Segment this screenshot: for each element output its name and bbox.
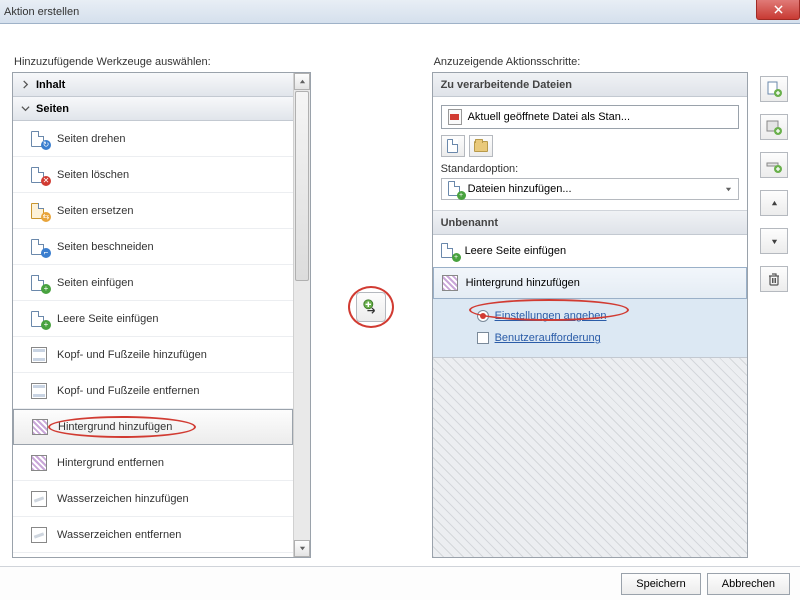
tool-label: Seiten einfügen (57, 277, 133, 289)
standard-option-label: Standardoption: (441, 163, 739, 175)
tool-add-background[interactable]: Hintergrund hinzufügen (13, 409, 293, 445)
files-header: Zu verarbeitende Dateien (433, 73, 747, 97)
page-plus-icon (766, 81, 782, 97)
tool-delete-pages[interactable]: ✕ Seiten löschen (13, 157, 293, 193)
triangle-up-icon (771, 200, 778, 207)
add-arrow-icon (362, 298, 380, 316)
step-label: Hintergrund hinzufügen (466, 277, 580, 289)
standard-option-dropdown[interactable]: + Dateien hinzufügen... (441, 178, 739, 200)
tool-insert-blank-page[interactable]: + Leere Seite einfügen (13, 301, 293, 337)
chevron-right-icon (21, 80, 30, 89)
save-button[interactable]: Speichern (621, 573, 701, 595)
tool-insert-pages[interactable]: + Seiten einfügen (13, 265, 293, 301)
title-bar: Aktion erstellen (0, 0, 800, 24)
left-label: Hinzuzufügende Werkzeuge auswählen: (12, 56, 311, 68)
group-header[interactable]: Unbenannt (433, 211, 747, 235)
add-folder-button[interactable] (469, 135, 493, 157)
radio-checked-icon[interactable] (477, 310, 489, 322)
tool-add-header-footer[interactable]: Kopf- und Fußzeile hinzufügen (13, 337, 293, 373)
folder-icon (474, 141, 488, 152)
tool-label: Kopf- und Fußzeile hinzufügen (57, 349, 207, 361)
tool-label: Seiten beschneiden (57, 241, 154, 253)
cancel-button[interactable]: Abbrechen (707, 573, 790, 595)
header-footer-icon (31, 383, 47, 399)
tool-label: Wasserzeichen hinzufügen (57, 493, 189, 505)
replace-icon: ⇆ (41, 212, 51, 222)
step-options: Einstellungen angeben Benutzeraufforderu… (433, 299, 747, 357)
tool-label: Hintergrund entfernen (57, 457, 164, 469)
tool-replace-pages[interactable]: ⇆ Seiten ersetzen (13, 193, 293, 229)
option-specify-settings[interactable]: Einstellungen angeben (477, 305, 739, 327)
rotate-icon: ↻ (41, 140, 51, 150)
tool-label: Wasserzeichen entfernen (57, 529, 181, 541)
add-file-button[interactable] (441, 135, 465, 157)
triangle-down-icon (771, 238, 778, 245)
scroll-up-button[interactable] (294, 73, 310, 90)
file-entry-text: Aktuell geöffnete Datei als Stan... (468, 111, 630, 123)
step-insert-blank-page[interactable]: + Leere Seite einfügen (433, 235, 747, 267)
tool-list: Inhalt Seiten ↻ Seiten drehen ✕ Seiten l… (12, 72, 311, 558)
right-label: Anzuzeigende Aktionsschritte: (432, 56, 748, 68)
tool-label: Seiten löschen (57, 169, 129, 181)
plus-icon: + (41, 320, 51, 330)
step-label: Leere Seite einfügen (465, 245, 567, 257)
add-divider-side-button[interactable] (760, 152, 788, 178)
dialog-footer: Speichern Abbrechen (0, 566, 800, 600)
move-up-button[interactable] (760, 190, 788, 216)
delete-icon: ✕ (41, 176, 51, 186)
tool-label: Seiten ersetzen (57, 205, 133, 217)
watermark-icon (31, 527, 47, 543)
background-icon (32, 419, 48, 435)
dropdown-value: Dateien hinzufügen... (468, 183, 572, 195)
checkbox-icon[interactable] (477, 332, 489, 344)
pdf-icon (448, 109, 462, 125)
header-footer-icon (31, 347, 47, 363)
crop-icon: ⌐ (41, 248, 51, 258)
file-entry[interactable]: Aktuell geöffnete Datei als Stan... (441, 105, 739, 129)
delete-step-button[interactable] (760, 266, 788, 292)
move-down-button[interactable] (760, 228, 788, 254)
panel-plus-icon (766, 119, 782, 135)
tool-rotate-pages[interactable]: ↻ Seiten drehen (13, 121, 293, 157)
close-icon (774, 5, 783, 14)
category-label: Inhalt (36, 79, 65, 91)
action-steps-panel: Zu verarbeitende Dateien Aktuell geöffne… (432, 72, 748, 558)
tool-remove-watermark[interactable]: Wasserzeichen entfernen (13, 517, 293, 553)
plus-icon: + (41, 284, 51, 294)
plus-icon: + (452, 253, 461, 262)
tool-label: Seiten drehen (57, 133, 126, 145)
category-pages[interactable]: Seiten (13, 97, 293, 121)
tool-label: Hintergrund hinzufügen (58, 421, 172, 433)
user-prompt-link[interactable]: Benutzeraufforderung (495, 332, 601, 344)
window-title: Aktion erstellen (4, 6, 79, 18)
scrollbar[interactable] (293, 73, 310, 557)
add-files-side-button[interactable] (760, 76, 788, 102)
add-step-button[interactable] (356, 292, 386, 322)
tool-crop-pages[interactable]: ⌐ Seiten beschneiden (13, 229, 293, 265)
scroll-thumb[interactable] (295, 91, 309, 281)
step-add-background[interactable]: Hintergrund hinzufügen (433, 267, 747, 299)
scroll-down-button[interactable] (294, 540, 310, 557)
empty-area (433, 357, 747, 557)
tool-remove-header-footer[interactable]: Kopf- und Fußzeile entfernen (13, 373, 293, 409)
tool-add-watermark[interactable]: Wasserzeichen hinzufügen (13, 481, 293, 517)
tool-remove-background[interactable]: Hintergrund entfernen (13, 445, 293, 481)
trash-icon (767, 272, 781, 286)
chevron-down-icon (21, 104, 30, 113)
plus-icon: + (457, 191, 466, 200)
specify-settings-link[interactable]: Einstellungen angeben (495, 310, 607, 322)
close-button[interactable] (756, 0, 800, 20)
page-icon (447, 139, 458, 153)
background-icon (31, 455, 47, 471)
chevron-down-icon (725, 186, 732, 193)
divider-plus-icon (766, 157, 782, 173)
watermark-icon (31, 491, 47, 507)
category-content[interactable]: Inhalt (13, 73, 293, 97)
category-label: Seiten (36, 103, 69, 115)
tool-label: Kopf- und Fußzeile entfernen (57, 385, 199, 397)
background-icon (442, 275, 458, 291)
tool-label: Leere Seite einfügen (57, 313, 159, 325)
add-panel-side-button[interactable] (760, 114, 788, 140)
option-user-prompt[interactable]: Benutzeraufforderung (477, 327, 739, 349)
